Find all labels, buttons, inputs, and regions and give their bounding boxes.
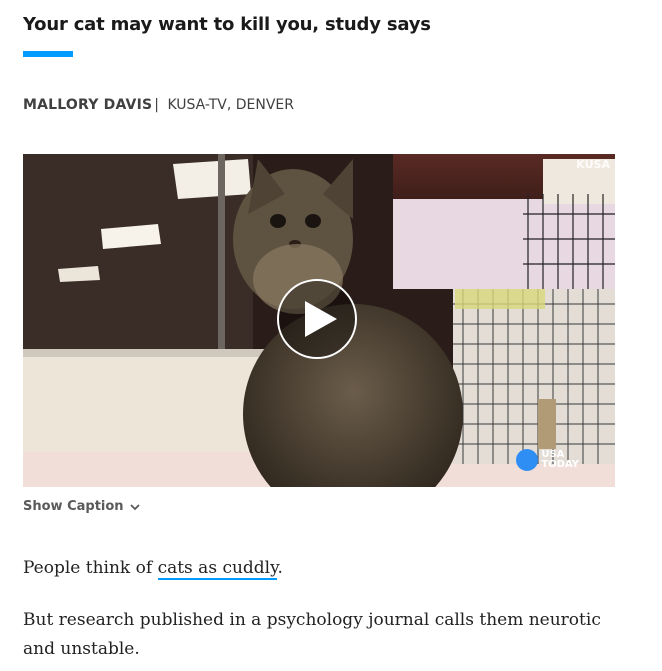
paragraph-1-text: People think of: [23, 558, 158, 578]
show-caption-toggle[interactable]: Show Caption: [23, 499, 140, 514]
paragraph-1-end: .: [277, 558, 283, 578]
video-watermark: KUSA: [576, 158, 610, 171]
outlet-name: KUSA-TV, DENVER: [167, 97, 294, 113]
byline: MALLORY DAVIS | KUSA-TV, DENVER: [23, 97, 294, 113]
play-button[interactable]: [277, 279, 357, 359]
article-headline: Your cat may want to kill you, study say…: [23, 14, 431, 35]
byline-separator: |: [154, 97, 159, 113]
usa-today-logo: USA TODAY: [516, 449, 579, 471]
video-player[interactable]: KUSA USA TODAY: [23, 154, 615, 487]
usa-today-wordmark: USA TODAY: [541, 450, 579, 470]
cats-as-cuddly-link[interactable]: cats as cuddly: [157, 558, 278, 580]
chevron-down-icon: [129, 503, 140, 510]
headline-accent-rule: [23, 51, 73, 57]
usa-today-dot-icon: [516, 449, 539, 471]
show-caption-label: Show Caption: [23, 499, 124, 514]
usa-today-line2: TODAY: [541, 459, 579, 470]
article-paragraph-2: But research published in a psychology j…: [23, 610, 601, 659]
author-name[interactable]: MALLORY DAVIS: [23, 97, 152, 113]
article-paragraph-1: People think of cats as cuddly.: [23, 554, 623, 583]
play-icon: [305, 301, 337, 337]
